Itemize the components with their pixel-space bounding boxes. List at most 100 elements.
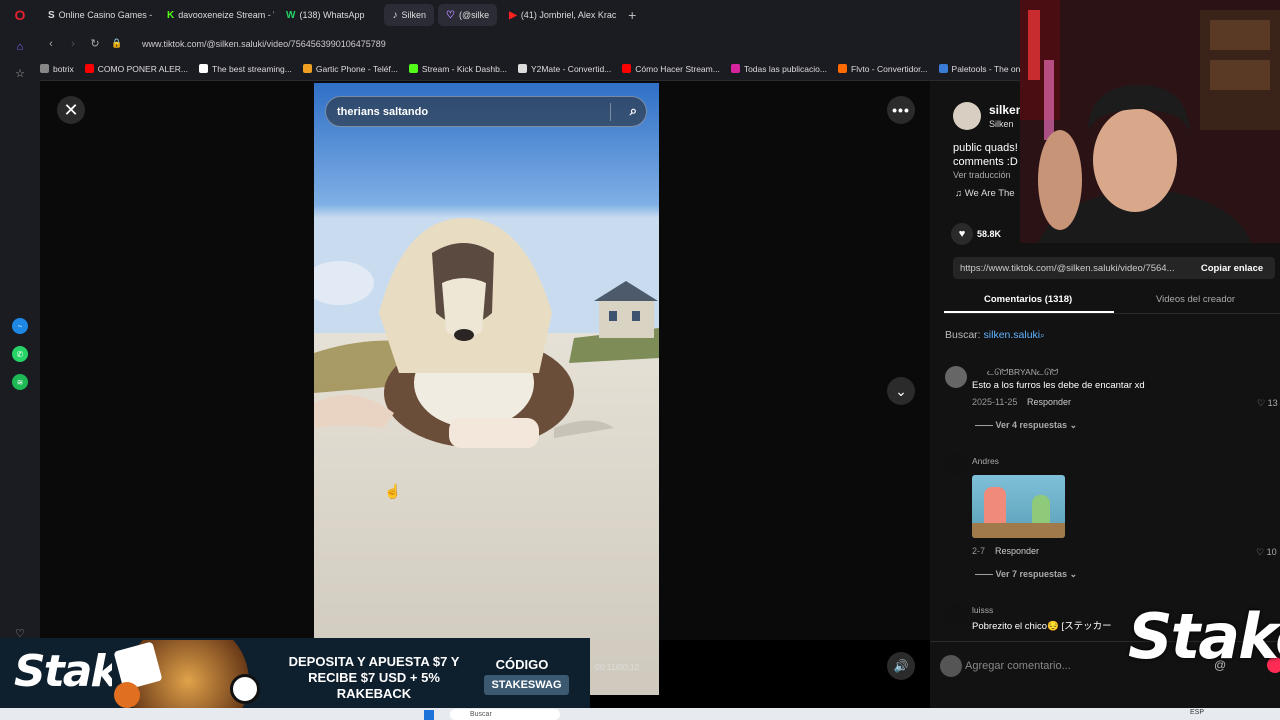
tabs-divider — [944, 313, 1280, 314]
language-indicator[interactable]: ESP — [1190, 709, 1204, 716]
copy-link-button[interactable]: Copiar enlace — [1192, 257, 1272, 279]
bookmark-label: Y2Mate - Convertid... — [530, 63, 612, 74]
search-icon[interactable]: ⌕ — [630, 103, 637, 119]
taskbar-search[interactable]: Buscar — [450, 709, 560, 720]
spotify-icon[interactable]: ≋ — [12, 374, 28, 390]
like-heart-icon[interactable]: ♥ — [951, 223, 973, 245]
bookmark-favicon-icon — [302, 64, 312, 73]
whatsapp-icon[interactable]: ✆ — [12, 346, 28, 362]
bookmark-item[interactable]: Cómo Hacer Stream... — [622, 64, 720, 74]
search-related[interactable]: Buscar: silken.saluki⌕ — [945, 329, 1045, 341]
bookmark-item[interactable]: Gartic Phone - Teléf... — [302, 64, 398, 74]
bookmark-label: botrix — [53, 63, 74, 74]
tab-whatsapp[interactable]: W (138) WhatsApp — [278, 4, 372, 26]
comment-like[interactable]: ♡ 10 — [1256, 547, 1277, 558]
comment-date: 2-7 — [972, 546, 986, 556]
tab-icon: ♡ — [446, 9, 455, 21]
bookmark-label: Todas las publicacio... — [743, 63, 827, 74]
bookmark-item[interactable]: The best streaming... — [199, 64, 292, 74]
windows-start-icon[interactable] — [424, 710, 434, 720]
tab-icon: W — [286, 9, 296, 21]
tab-label: (41) Jombriel, Alex Krack, — [520, 10, 617, 20]
promo-text: DEPOSITA Y APUESTA $7 Y RECIBE $7 USD + … — [274, 654, 474, 702]
tab-kick[interactable]: Kdavooxeneize Stream - W — [159, 4, 274, 26]
comment-like[interactable]: ♡ 13 — [1257, 398, 1278, 409]
display-name: Silken — [989, 119, 1014, 129]
forward-icon[interactable]: › — [62, 38, 84, 50]
lock-icon: 🔒 — [111, 38, 123, 48]
comment-author[interactable]: luisss — [972, 605, 993, 615]
bookmark-favicon-icon — [622, 64, 632, 73]
back-icon[interactable]: ‹ — [40, 38, 62, 50]
reply-button[interactable]: Responder — [995, 546, 1039, 556]
caption-line-1: public quads! — [953, 142, 1018, 154]
reply-button[interactable]: Responder — [1027, 397, 1071, 407]
bookmark-item[interactable]: Paletools - The only... — [938, 64, 1033, 74]
comment-author[interactable]: Andres — [972, 456, 999, 466]
tab-icon: K — [167, 9, 175, 21]
bookmark-item[interactable]: botrix — [40, 64, 74, 74]
video-player[interactable] — [314, 83, 659, 695]
messenger-icon[interactable]: ~ — [12, 318, 28, 334]
view-replies-button[interactable]: —— Ver 7 respuestas ⌄ — [975, 569, 1077, 580]
promo-line-1: DEPOSITA Y APUESTA $7 Y — [288, 654, 460, 669]
share-link-text: https://www.tiktok.com/@silken.saluki/vi… — [960, 262, 1175, 274]
video-frame — [314, 83, 659, 695]
see-translation-link[interactable]: Ver traducción — [953, 170, 1011, 180]
tab-comments[interactable]: Comentarios (1318) — [984, 294, 1072, 305]
url-field[interactable]: www.tiktok.com/@silken.saluki/video/7564… — [142, 39, 386, 49]
search-related-term[interactable]: silken.saluki — [984, 329, 1041, 341]
bookmarks-bar: botrix COMO PONER ALER... The best streami… — [40, 57, 1033, 81]
new-tab-button[interactable]: + — [620, 4, 644, 26]
address-bar: ‹ › ↻ 🔒 www.tiktok.com/@silken.saluki/vi… — [40, 30, 1020, 57]
bookmark-item[interactable]: COMO PONER ALER... — [84, 64, 188, 74]
comment-author[interactable]: ᓚᘏᗢBRYANᓚᘏᗢ — [987, 367, 1058, 378]
promo-code: STAKESWAG — [484, 675, 569, 695]
bookmark-favicon-icon — [40, 64, 49, 73]
opera-logo-icon[interactable]: O — [0, 0, 40, 30]
close-icon[interactable]: ✕ — [57, 96, 85, 124]
tab-creator-videos[interactable]: Videos del creador — [1156, 294, 1235, 305]
comment-avatar[interactable] — [945, 366, 967, 388]
tab-icon: S — [48, 9, 55, 21]
stake-overlay-logo: Stake — [1128, 600, 1280, 673]
browser-sidebar: ⌂ ☆ ~ ✆ ≋ ♡ — [0, 30, 40, 720]
bookmark-star-icon[interactable]: ☆ — [10, 63, 30, 83]
search-related-label: Buscar: — [945, 329, 981, 341]
bookmark-favicon-icon — [938, 64, 948, 73]
comment-avatar[interactable] — [945, 453, 967, 475]
bookmark-item[interactable]: Todas las publicacio... — [730, 63, 827, 74]
tab-label: Online Casino Games - Pl — [58, 10, 155, 20]
tab-label: Silken — [401, 10, 426, 20]
music-label[interactable]: ♫ We Are The — [955, 188, 1015, 199]
video-search-input[interactable]: therians saltando ⌕ — [325, 96, 647, 127]
tab-tiktok-active[interactable]: ♪ Silken — [384, 4, 434, 26]
bookmark-favicon-icon — [517, 64, 527, 73]
bookmark-label: The best streaming... — [212, 63, 292, 74]
volume-icon[interactable]: 🔊 — [887, 652, 915, 680]
comment-gif-image[interactable] — [972, 475, 1065, 538]
comment-like-count: 13 — [1267, 398, 1278, 408]
like-count: 58.8K — [977, 229, 1002, 239]
bookmark-item[interactable]: Y2Mate - Convertid... — [517, 63, 612, 74]
chevron-down-icon[interactable]: ⌄ — [887, 377, 915, 405]
tab-youtube[interactable]: ▶ (41) Jombriel, Alex Krack, — [501, 4, 616, 26]
avatar[interactable] — [953, 102, 981, 130]
bookmark-item[interactable]: Flvto - Convertidor... — [838, 64, 928, 74]
tab-tiktok-2[interactable]: ♡ (@silke — [438, 4, 498, 26]
tab-casino[interactable]: S Online Casino Games - Pl — [40, 4, 155, 26]
bookmark-favicon-icon — [84, 64, 94, 73]
reload-icon[interactable]: ↻ — [84, 37, 106, 50]
home-icon[interactable]: ⌂ — [10, 37, 30, 57]
tab-label: (138) WhatsApp — [299, 10, 365, 20]
bookmark-item[interactable]: Stream - Kick Dashb... — [408, 64, 507, 74]
promo-line-3: RAKEBACK — [336, 686, 412, 701]
more-options-icon[interactable]: ••• — [887, 96, 915, 124]
search-query-text: therians saltando — [337, 105, 429, 118]
add-comment-placeholder: Agregar comentario... — [965, 660, 1071, 672]
my-avatar — [940, 655, 962, 677]
comment-avatar[interactable] — [945, 603, 967, 625]
username[interactable]: silken — [989, 103, 1023, 117]
view-replies-button[interactable]: —— Ver 4 respuestas ⌄ — [975, 420, 1077, 431]
tab-label: davooxeneize Stream - W — [178, 10, 274, 20]
